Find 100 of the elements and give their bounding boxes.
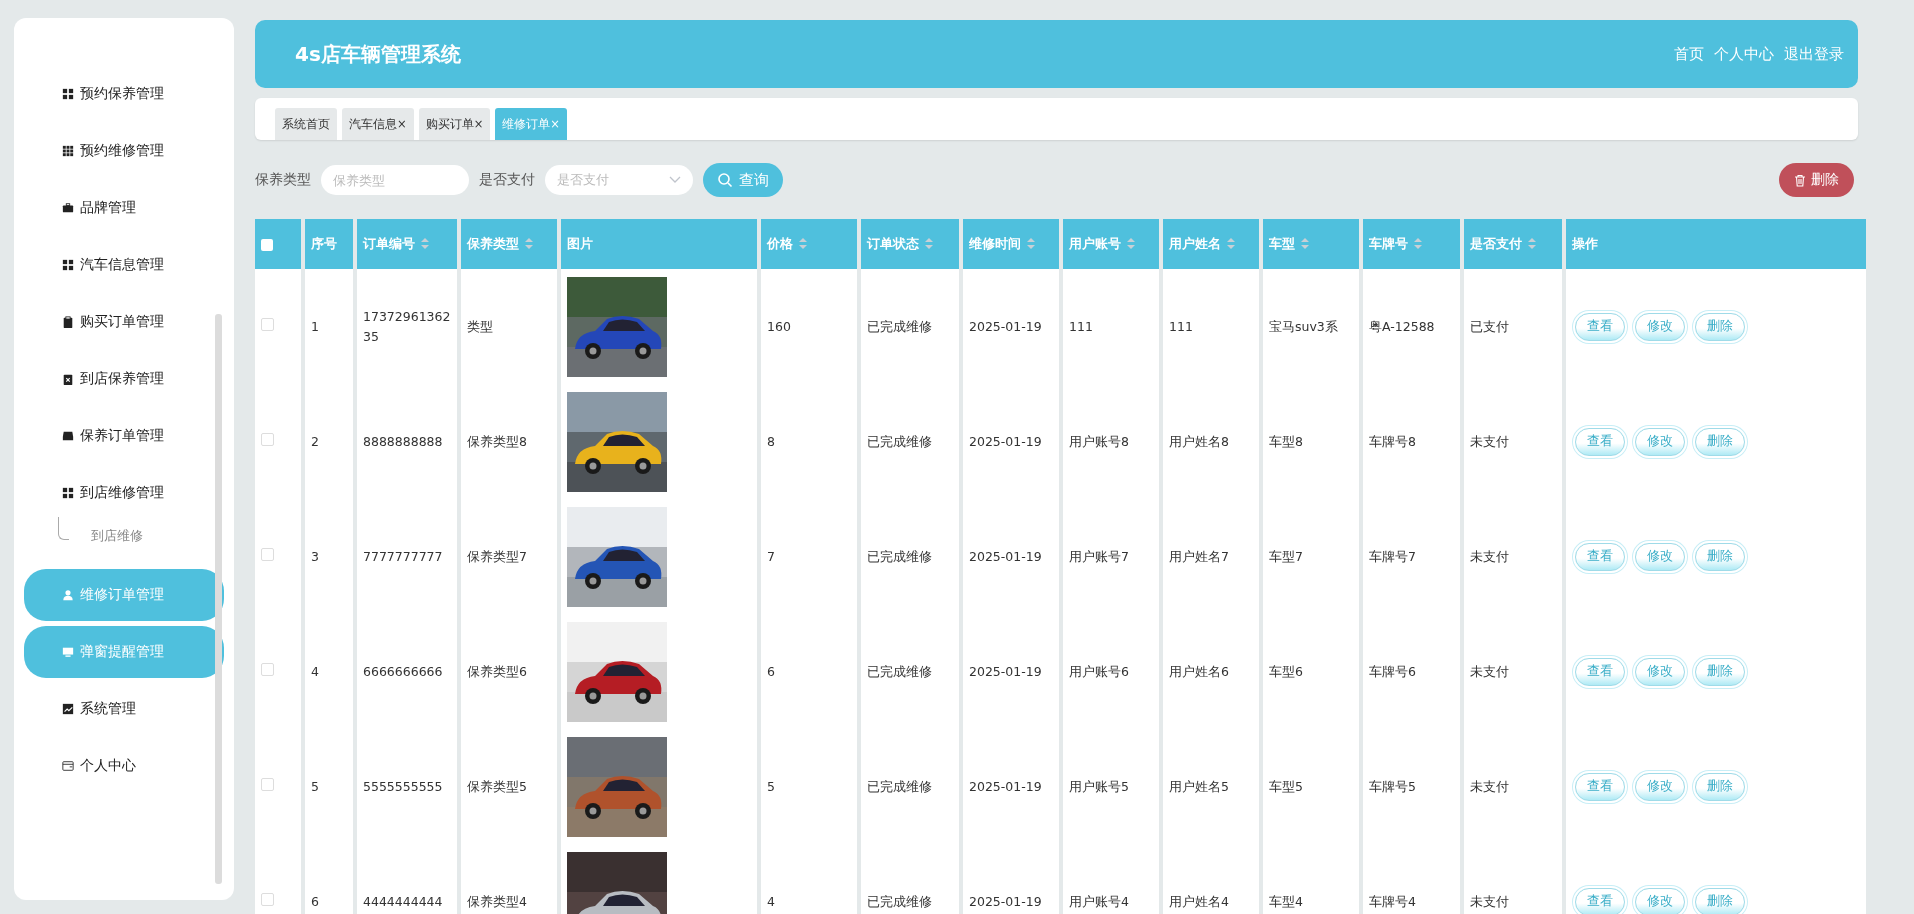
sort-icon[interactable]: [525, 237, 533, 249]
tab[interactable]: 购买订单×: [418, 108, 491, 140]
table-cell: 保养类型5: [461, 729, 557, 844]
sort-icon[interactable]: [1127, 237, 1135, 249]
header-link[interactable]: 个人中心: [1714, 44, 1774, 64]
grid-icon: [62, 487, 74, 499]
checkbox[interactable]: [261, 777, 274, 791]
row-action-button[interactable]: 修改: [1635, 427, 1685, 456]
table-cell: 保养类型6: [461, 614, 557, 729]
sidebar-item[interactable]: 维修订单管理: [24, 569, 224, 621]
table-cell: 用户姓名7: [1163, 499, 1259, 614]
table-cell: 未支付: [1464, 499, 1562, 614]
sidebar-item[interactable]: 系统管理: [24, 683, 224, 735]
row-action-button[interactable]: 查看: [1575, 312, 1625, 341]
row-action-button[interactable]: 删除: [1695, 542, 1745, 571]
row-action-button[interactable]: 删除: [1695, 427, 1745, 456]
scrollbar[interactable]: [215, 314, 222, 884]
checkbox[interactable]: [261, 239, 273, 251]
table-cell: 用户账号4: [1063, 844, 1159, 914]
table-cell: 用户账号8: [1063, 384, 1159, 499]
table-cell: 车牌号5: [1363, 729, 1460, 844]
row-action-button[interactable]: 修改: [1635, 542, 1685, 571]
tree-connector: [58, 516, 69, 540]
row-action-button[interactable]: 删除: [1695, 772, 1745, 801]
sort-icon[interactable]: [1227, 237, 1235, 249]
table-cell: 2025-01-19: [963, 614, 1059, 729]
row-action-button[interactable]: 修改: [1635, 887, 1685, 914]
row-action-button[interactable]: 修改: [1635, 312, 1685, 341]
grid-icon: [62, 259, 74, 271]
sort-icon[interactable]: [1027, 237, 1035, 249]
tab[interactable]: 维修订单×: [495, 108, 567, 140]
sort-icon[interactable]: [1528, 237, 1536, 249]
table-cell: 车牌号7: [1363, 499, 1460, 614]
column-header: 序号: [305, 219, 353, 269]
row-action-button[interactable]: 查看: [1575, 657, 1625, 686]
table-cell: 类型: [461, 269, 557, 384]
input-field[interactable]: 保养类型: [321, 165, 469, 195]
sidebar-item[interactable]: 个人中心: [24, 740, 224, 792]
checkbox[interactable]: [261, 662, 274, 676]
table-cell: 5555555555: [357, 729, 457, 844]
column-header: 维修时间: [963, 219, 1059, 269]
sidebar-item[interactable]: 汽车信息管理: [24, 239, 224, 291]
delete-button[interactable]: 删除: [1779, 163, 1854, 197]
table-cell: 保养类型7: [461, 499, 557, 614]
table-cell: 宝马suv3系: [1263, 269, 1359, 384]
column-header: 图片: [561, 219, 757, 269]
briefcase-icon: [62, 202, 74, 214]
clipboard-icon: [62, 373, 74, 385]
sort-icon[interactable]: [421, 237, 429, 249]
row-action-button[interactable]: 删除: [1695, 657, 1745, 686]
table-cell: 1737296136235: [357, 269, 457, 384]
sidebar-item[interactable]: 预约保养管理: [24, 68, 224, 120]
tab[interactable]: 系统首页: [275, 108, 337, 140]
header-link[interactable]: 首页: [1674, 44, 1704, 64]
app-title: 4s店车辆管理系统: [295, 40, 461, 68]
column-header: 用户姓名: [1163, 219, 1259, 269]
table-cell: 8: [761, 384, 857, 499]
tab[interactable]: 汽车信息×: [342, 108, 414, 140]
checkbox[interactable]: [261, 547, 274, 561]
sidebar-item[interactable]: 弹窗提醒管理: [24, 626, 224, 678]
row-action-button[interactable]: 查看: [1575, 427, 1625, 456]
sidebar-item[interactable]: 购买订单管理: [24, 296, 224, 348]
checkbox[interactable]: [261, 892, 274, 906]
table-cell: 111: [1163, 269, 1259, 384]
sort-icon[interactable]: [1301, 237, 1309, 249]
sort-icon[interactable]: [1414, 237, 1422, 249]
sidebar-subitem[interactable]: 到店维修: [91, 527, 143, 545]
row-action-button[interactable]: 修改: [1635, 772, 1685, 801]
select-field[interactable]: 是否支付: [545, 165, 693, 195]
trash-icon: [1794, 173, 1806, 187]
header-link[interactable]: 退出登录: [1784, 44, 1844, 64]
checkbox[interactable]: [261, 317, 274, 331]
sidebar-item[interactable]: 到店维修管理: [24, 467, 224, 519]
table-cell: 已完成维修: [861, 269, 959, 384]
table-cell: 已完成维修: [861, 384, 959, 499]
row-action-button[interactable]: 删除: [1695, 887, 1745, 914]
table-cell: 车型4: [1263, 844, 1359, 914]
sidebar-item[interactable]: 预约维修管理: [24, 125, 224, 177]
table-cell: 4444444444: [357, 844, 457, 914]
table-cell: 车牌号8: [1363, 384, 1460, 499]
table-cell: 5: [305, 729, 353, 844]
table-cell: 用户姓名6: [1163, 614, 1259, 729]
table-cell: 未支付: [1464, 384, 1562, 499]
row-action-button[interactable]: 修改: [1635, 657, 1685, 686]
table-cell: 用户姓名8: [1163, 384, 1259, 499]
row-action-button[interactable]: 查看: [1575, 542, 1625, 571]
chart-icon: [62, 703, 74, 715]
row-action-button[interactable]: 查看: [1575, 772, 1625, 801]
sort-icon[interactable]: [925, 237, 933, 249]
row-action-button[interactable]: 查看: [1575, 887, 1625, 914]
sidebar-item[interactable]: 保养订单管理: [24, 410, 224, 462]
table-cell: 已完成维修: [861, 729, 959, 844]
sort-icon[interactable]: [799, 237, 807, 249]
sidebar-item[interactable]: 到店保养管理: [24, 353, 224, 405]
table-cell: 用户姓名4: [1163, 844, 1259, 914]
column-header: 车牌号: [1363, 219, 1460, 269]
search-button[interactable]: 查询: [703, 163, 783, 197]
row-action-button[interactable]: 删除: [1695, 312, 1745, 341]
checkbox[interactable]: [261, 432, 274, 446]
sidebar-item[interactable]: 品牌管理: [24, 182, 224, 234]
